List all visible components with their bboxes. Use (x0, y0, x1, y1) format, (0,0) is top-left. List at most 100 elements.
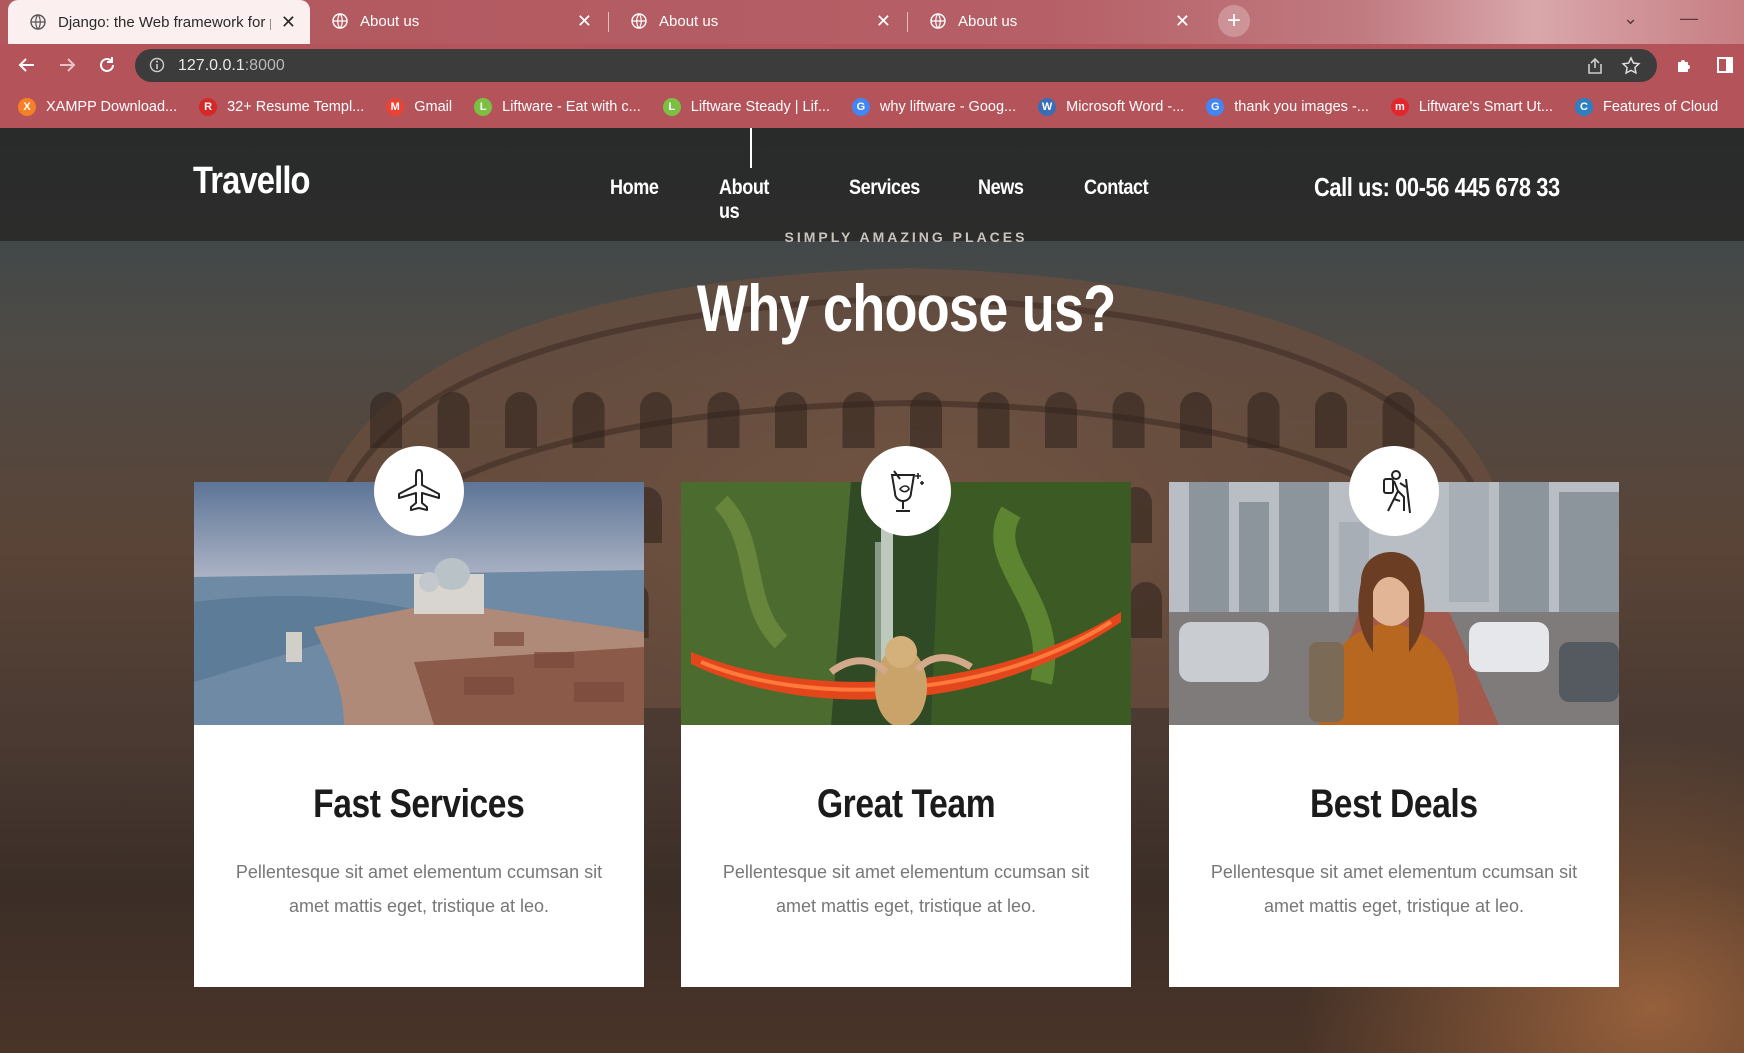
colosseum-arch (1382, 392, 1415, 448)
nav-about-us[interactable]: About us (719, 176, 769, 224)
colosseum-arch (1112, 392, 1145, 448)
colosseum-arch (1247, 392, 1280, 448)
globe-icon (930, 13, 946, 29)
colosseum-arch (370, 392, 402, 448)
bookmark-item[interactable]: R 32+ Resume Templ... (199, 98, 364, 116)
section-eyebrow: SIMPLY AMAZING PLACES (784, 229, 1028, 245)
url-text: 127.0.0.1:8000 (178, 57, 285, 75)
address-bar[interactable]: 127.0.0.1:8000 (135, 49, 1657, 82)
close-icon[interactable]: ✕ (577, 12, 592, 30)
bookmark-label: Liftware - Eat with c... (502, 99, 641, 115)
bookmark-label: Features of Cloud (1602, 99, 1719, 115)
bookmark-item[interactable]: L Liftware - Eat with c... (474, 98, 641, 116)
puzzle-icon (1678, 60, 1690, 72)
card-title-text: Best Deals (1310, 782, 1478, 826)
browser-toolbar: 127.0.0.1:8000 (0, 44, 1744, 86)
colosseum-arch (640, 392, 672, 448)
colosseum-arch (1180, 392, 1212, 448)
forward-button[interactable] (54, 52, 80, 78)
bookmark-label: why liftware - Goog... (879, 99, 1017, 115)
card-title: Best Deals (1169, 782, 1619, 827)
arrow-right-icon (60, 58, 76, 72)
tab-title: About us (958, 12, 1018, 30)
colosseum-arch (1315, 392, 1347, 448)
resume-icon: R (199, 98, 218, 116)
cocktail-icon (890, 470, 924, 512)
google-icon: G (851, 98, 870, 116)
section-title: Why choose us? (0, 270, 1744, 346)
reload-icon (100, 57, 114, 72)
back-button[interactable] (14, 52, 40, 78)
info-icon[interactable] (149, 57, 165, 73)
tab-title: About us (360, 12, 420, 30)
bookmark-item[interactable]: C Features of Cloud (1574, 98, 1719, 116)
card-description: Pellentesque sit amet elementum ccumsan … (235, 862, 603, 916)
card-description: Pellentesque sit amet elementum ccumsan … (1210, 862, 1578, 916)
colosseum-arch (437, 392, 470, 448)
colosseum-arch (775, 392, 807, 448)
bookmarks-bar: X XAMPP Download... R 32+ Resume Templ... M G… (0, 86, 1744, 128)
card-title-text: Great Team (816, 782, 996, 826)
hiker-icon (1383, 470, 1411, 514)
tab-about-1[interactable]: About us ✕ (310, 0, 606, 42)
card-description: Pellentesque sit amet elementum ccumsan … (722, 862, 1090, 916)
tab-title: About us (659, 12, 719, 30)
section-title-text: Why choose us? (696, 271, 1116, 345)
nav-contact[interactable]: Contact (1084, 176, 1149, 200)
gmail-icon: M (386, 98, 405, 116)
side-panel-icon (1717, 57, 1733, 73)
colosseum-arch (977, 392, 1010, 448)
card-title-text: Fast Services (313, 782, 525, 826)
xampp-icon: X (18, 98, 36, 116)
call-us-phone[interactable]: Call us: 00-56 445 678 33 (1314, 172, 1560, 203)
bookmark-item[interactable]: X XAMPP Download... (18, 98, 177, 116)
feature-card-great-team: Great Team Pellentesque sit amet element… (681, 446, 1131, 987)
nav-news[interactable]: News (978, 176, 1024, 200)
new-tab-button[interactable]: + (1218, 5, 1250, 37)
google-icon: G (1206, 98, 1225, 116)
nav-home[interactable]: Home (610, 176, 659, 200)
liftware-icon: L (662, 98, 681, 116)
bookmark-label: Liftware's Smart Ut... (1418, 99, 1553, 115)
badge (374, 446, 464, 536)
bookmark-item[interactable]: Gthank you images -... (1206, 98, 1369, 116)
tab-search-icon[interactable]: ⌄ (1623, 8, 1638, 29)
globe-icon (30, 14, 46, 30)
close-icon[interactable]: ✕ (876, 12, 891, 30)
nav-services[interactable]: Services (849, 176, 920, 200)
main-nav: Home About us Services News Contact (610, 176, 1149, 223)
arrow-left-icon (18, 58, 34, 72)
globe-icon (631, 13, 647, 29)
card-title: Fast Services (194, 782, 644, 827)
minimize-icon[interactable]: — (1680, 8, 1698, 29)
reload-button[interactable] (94, 52, 120, 78)
close-icon[interactable]: ✕ (281, 13, 296, 31)
tab-about-3[interactable]: About us ✕ (908, 0, 1204, 42)
bookmark-item[interactable]: m Liftware's Smart Ut... (1390, 98, 1553, 116)
globe-icon (332, 13, 348, 29)
extensions-button[interactable] (1672, 52, 1698, 78)
feature-card-fast-services: Fast Services Pellentesque sit amet elem… (194, 446, 644, 987)
site-logo[interactable]: Travello (193, 160, 311, 203)
bookmark-item[interactable]: W Microsoft Word -... (1038, 98, 1184, 116)
star-icon[interactable] (1621, 56, 1641, 76)
bookmark-label: Microsoft Word -... (1066, 99, 1185, 115)
tab-title: Django: the Web framework for p (58, 13, 271, 31)
tab-django[interactable]: Django: the Web framework for p ✕ (8, 0, 310, 44)
sidebar-button[interactable] (1712, 52, 1738, 78)
colosseum-arch (707, 392, 740, 448)
colosseum-arch (842, 392, 875, 448)
bookmark-label: Gmail (414, 99, 453, 115)
badge (861, 446, 951, 536)
share-icon[interactable] (1585, 56, 1605, 76)
bookmark-item[interactable]: Gwhy liftware - Goog... (851, 98, 1017, 116)
tab-about-2[interactable]: About us ✕ (609, 0, 905, 42)
close-icon[interactable]: ✕ (1175, 12, 1190, 30)
page-viewport: Travello Home About us Services News Con… (0, 128, 1744, 1053)
airplane-icon (398, 469, 440, 511)
bookmark-item[interactable]: M Gmail (386, 98, 452, 116)
url-host: 127.0.0.1 (178, 57, 245, 74)
wordpress-icon: W (1038, 98, 1057, 116)
bookmark-item[interactable]: L Liftware Steady | Lif... (662, 98, 830, 116)
bookmark-label: XAMPP Download... (46, 99, 178, 115)
